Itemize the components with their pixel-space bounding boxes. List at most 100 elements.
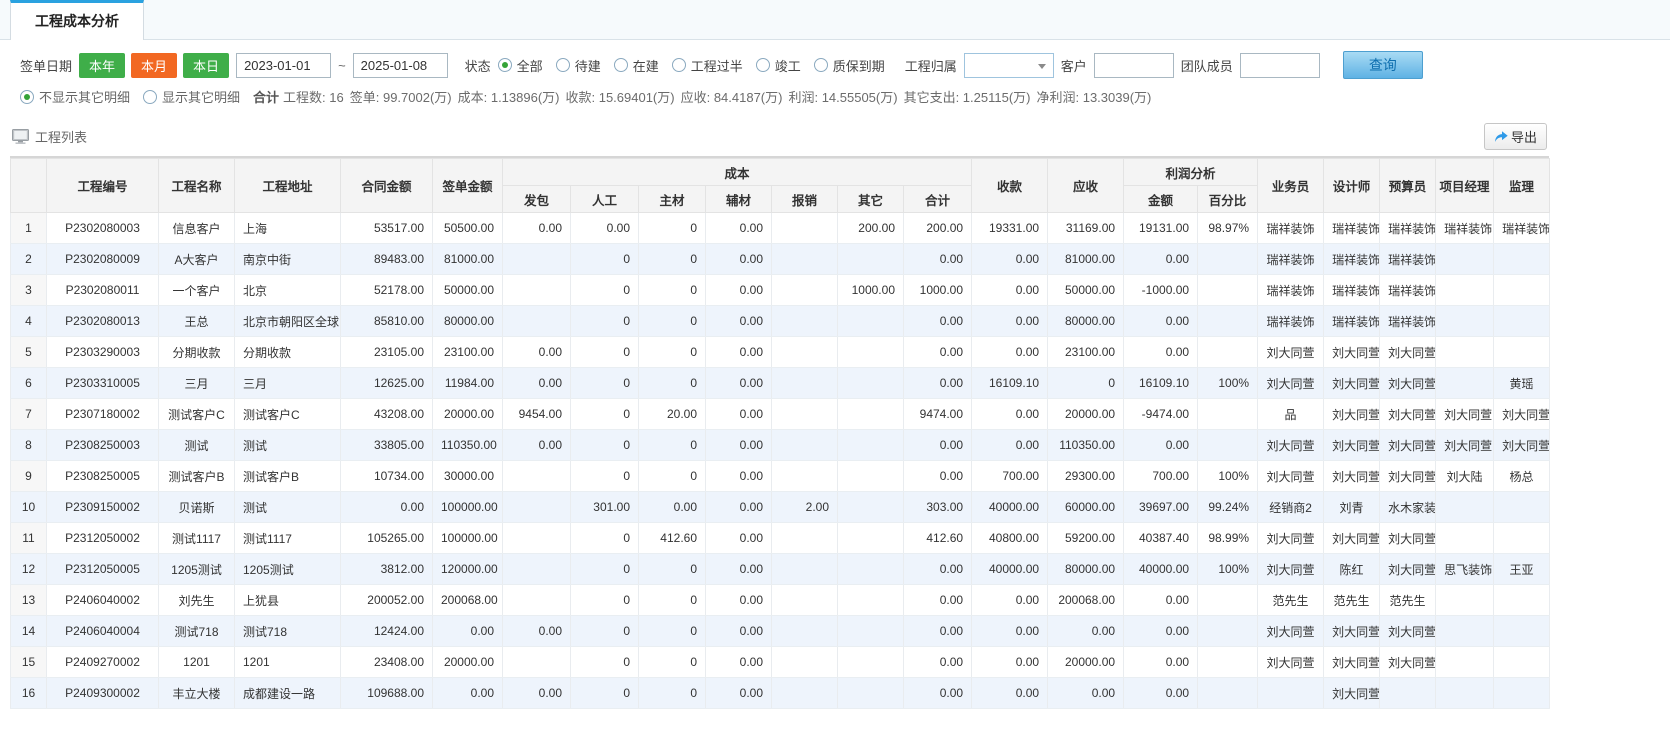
cell-received[interactable]: 0.00	[972, 430, 1048, 461]
cell-received[interactable]: 0.00	[972, 337, 1048, 368]
cell-code[interactable]: P2302080011	[47, 275, 159, 306]
cell-main_mat[interactable]: 0	[639, 306, 706, 337]
cell-received[interactable]: 0.00	[972, 647, 1048, 678]
cell-received[interactable]: 0.00	[972, 399, 1048, 430]
quick-button-本日[interactable]: 本日	[183, 53, 229, 78]
cell-main_mat[interactable]: 0	[639, 554, 706, 585]
detail-option-显示其它明细[interactable]: 显示其它明细	[143, 87, 240, 106]
cell-code[interactable]: P2307180002	[47, 399, 159, 430]
cell-aux_mat[interactable]: 0.00	[706, 399, 772, 430]
cell-labor[interactable]: 0	[571, 368, 639, 399]
cell-received[interactable]: 0.00	[972, 275, 1048, 306]
cell-main_mat[interactable]: 0	[639, 461, 706, 492]
cell-main_mat[interactable]: 0	[639, 337, 706, 368]
cell-received[interactable]: 0.00	[972, 585, 1048, 616]
cell-sign[interactable]: 11984.00	[433, 368, 503, 399]
quick-button-本月[interactable]: 本月	[131, 53, 177, 78]
customer-input[interactable]	[1094, 53, 1174, 78]
cell-code[interactable]: P2302080003	[47, 213, 159, 244]
cell-code[interactable]: P2302080013	[47, 306, 159, 337]
cell-labor[interactable]: 0	[571, 554, 639, 585]
cell-sign[interactable]: 80000.00	[433, 306, 503, 337]
cell-aux_mat[interactable]: 0.00	[706, 368, 772, 399]
quick-button-本年[interactable]: 本年	[79, 53, 125, 78]
cell-main_mat[interactable]: 0	[639, 368, 706, 399]
cell-aux_mat[interactable]: 0.00	[706, 337, 772, 368]
cell-code[interactable]: P2409270002	[47, 647, 159, 678]
cell-aux_mat[interactable]: 0.00	[706, 461, 772, 492]
cell-aux_mat[interactable]: 0.00	[706, 306, 772, 337]
cell-labor[interactable]: 0	[571, 523, 639, 554]
cell-sign[interactable]: 0.00	[433, 616, 503, 647]
cell-labor[interactable]: 0	[571, 244, 639, 275]
cell-other[interactable]: 1000.00	[838, 275, 904, 306]
cell-code[interactable]: P2409300002	[47, 678, 159, 709]
cell-sign[interactable]: 23100.00	[433, 337, 503, 368]
cell-sign[interactable]: 100000.00	[433, 492, 503, 523]
cell-code[interactable]: P2303310005	[47, 368, 159, 399]
cell-aux_mat[interactable]: 0.00	[706, 523, 772, 554]
cell-main_mat[interactable]: 0.00	[639, 492, 706, 523]
cell-received[interactable]: 19331.00	[972, 213, 1048, 244]
status-option-工程过半[interactable]: 工程过半	[672, 56, 743, 75]
cell-code[interactable]: P2308250003	[47, 430, 159, 461]
cell-labor[interactable]: 0	[571, 399, 639, 430]
cell-aux_mat[interactable]: 0.00	[706, 244, 772, 275]
cell-code[interactable]: P2303290003	[47, 337, 159, 368]
cell-outsource[interactable]: 0.00	[503, 678, 571, 709]
cell-labor[interactable]: 0	[571, 585, 639, 616]
cell-received[interactable]: 0.00	[972, 616, 1048, 647]
cell-sign[interactable]: 20000.00	[433, 399, 503, 430]
cell-code[interactable]: P2302080009	[47, 244, 159, 275]
cell-main_mat[interactable]: 0	[639, 430, 706, 461]
status-option-竣工[interactable]: 竣工	[756, 56, 801, 75]
status-option-质保到期[interactable]: 质保到期	[814, 56, 885, 75]
cell-sign[interactable]: 200068.00	[433, 585, 503, 616]
cell-aux_mat[interactable]: 0.00	[706, 616, 772, 647]
cell-received[interactable]: 40800.00	[972, 523, 1048, 554]
cell-labor[interactable]: 0	[571, 275, 639, 306]
cell-labor[interactable]: 0	[571, 337, 639, 368]
cell-received[interactable]: 0.00	[972, 678, 1048, 709]
cell-outsource[interactable]: 9454.00	[503, 399, 571, 430]
cell-labor[interactable]: 0	[571, 461, 639, 492]
cell-sign[interactable]: 0.00	[433, 678, 503, 709]
cell-outsource[interactable]: 0.00	[503, 368, 571, 399]
cell-code[interactable]: P2406040004	[47, 616, 159, 647]
cell-received[interactable]: 16109.10	[972, 368, 1048, 399]
status-option-全部[interactable]: 全部	[498, 56, 543, 75]
cell-labor[interactable]: 0	[571, 306, 639, 337]
cell-sign[interactable]: 100000.00	[433, 523, 503, 554]
cell-aux_mat[interactable]: 0.00	[706, 678, 772, 709]
cell-received[interactable]: 40000.00	[972, 554, 1048, 585]
cell-labor[interactable]: 0	[571, 616, 639, 647]
project-owner-select[interactable]	[964, 53, 1054, 78]
cell-labor[interactable]: 0.00	[571, 213, 639, 244]
cell-code[interactable]: P2312050002	[47, 523, 159, 554]
cell-outsource[interactable]: 0.00	[503, 430, 571, 461]
cell-code[interactable]: P2309150002	[47, 492, 159, 523]
cell-labor[interactable]: 0	[571, 678, 639, 709]
detail-option-不显示其它明细[interactable]: 不显示其它明细	[20, 87, 130, 106]
cell-code[interactable]: P2308250005	[47, 461, 159, 492]
tab-project-cost-analysis[interactable]: 工程成本分析	[10, 0, 144, 40]
cell-received[interactable]: 0.00	[972, 244, 1048, 275]
date-from-input[interactable]	[236, 53, 331, 78]
status-option-在建[interactable]: 在建	[614, 56, 659, 75]
cell-aux_mat[interactable]: 0.00	[706, 554, 772, 585]
date-to-input[interactable]	[353, 53, 448, 78]
cell-main_mat[interactable]: 0	[639, 647, 706, 678]
cell-labor[interactable]: 0	[571, 647, 639, 678]
cell-main_mat[interactable]: 0	[639, 616, 706, 647]
cell-aux_mat[interactable]: 0.00	[706, 430, 772, 461]
cell-labor[interactable]: 0	[571, 430, 639, 461]
cell-sign[interactable]: 20000.00	[433, 647, 503, 678]
team-member-input[interactable]	[1240, 53, 1320, 78]
search-button[interactable]: 查询	[1343, 51, 1423, 79]
cell-sign[interactable]: 81000.00	[433, 244, 503, 275]
cell-received[interactable]: 40000.00	[972, 492, 1048, 523]
cell-aux_mat[interactable]: 0.00	[706, 585, 772, 616]
cell-outsource[interactable]: 0.00	[503, 213, 571, 244]
cell-main_mat[interactable]: 412.60	[639, 523, 706, 554]
cell-main_mat[interactable]: 0	[639, 244, 706, 275]
